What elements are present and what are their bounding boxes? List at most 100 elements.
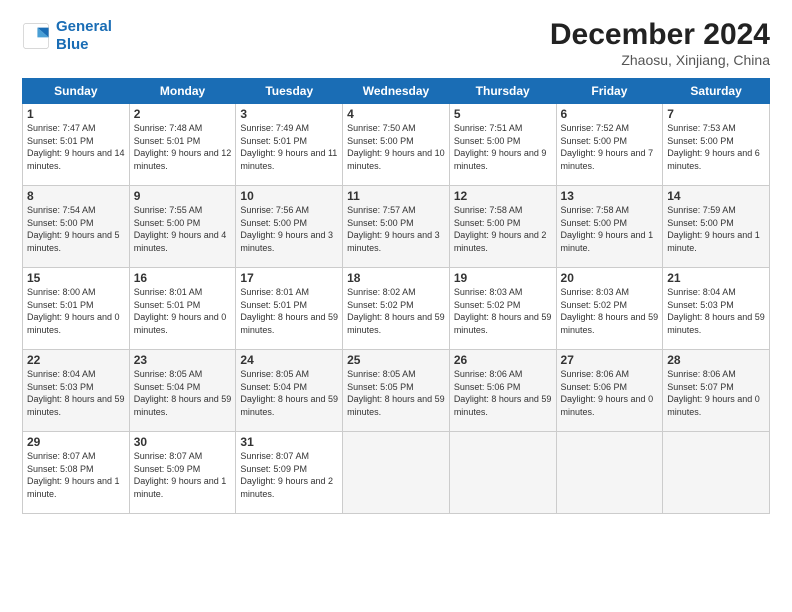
logo: General Blue (22, 18, 112, 54)
calendar-cell: 7 Sunrise: 7:53 AM Sunset: 5:00 PM Dayli… (663, 104, 770, 186)
calendar-cell: 15 Sunrise: 8:00 AM Sunset: 5:01 PM Dayl… (23, 268, 130, 350)
day-number: 10 (240, 189, 338, 203)
calendar-cell: 16 Sunrise: 8:01 AM Sunset: 5:01 PM Dayl… (129, 268, 236, 350)
calendar-cell: 8 Sunrise: 7:54 AM Sunset: 5:00 PM Dayli… (23, 186, 130, 268)
day-info: Sunrise: 8:06 AM Sunset: 5:07 PM Dayligh… (667, 368, 765, 418)
weekday-header-row: Sunday Monday Tuesday Wednesday Thursday… (23, 79, 770, 104)
header-monday: Monday (129, 79, 236, 104)
calendar-cell: 14 Sunrise: 7:59 AM Sunset: 5:00 PM Dayl… (663, 186, 770, 268)
calendar-cell: 20 Sunrise: 8:03 AM Sunset: 5:02 PM Dayl… (556, 268, 663, 350)
day-info: Sunrise: 8:01 AM Sunset: 5:01 PM Dayligh… (134, 286, 232, 336)
day-info: Sunrise: 8:04 AM Sunset: 5:03 PM Dayligh… (667, 286, 765, 336)
day-number: 4 (347, 107, 445, 121)
day-info: Sunrise: 7:47 AM Sunset: 5:01 PM Dayligh… (27, 122, 125, 172)
day-number: 14 (667, 189, 765, 203)
day-info: Sunrise: 8:02 AM Sunset: 5:02 PM Dayligh… (347, 286, 445, 336)
calendar-cell: 1 Sunrise: 7:47 AM Sunset: 5:01 PM Dayli… (23, 104, 130, 186)
day-number: 7 (667, 107, 765, 121)
main-title: December 2024 (550, 18, 770, 52)
calendar-cell: 12 Sunrise: 7:58 AM Sunset: 5:00 PM Dayl… (449, 186, 556, 268)
day-info: Sunrise: 8:03 AM Sunset: 5:02 PM Dayligh… (454, 286, 552, 336)
day-info: Sunrise: 7:48 AM Sunset: 5:01 PM Dayligh… (134, 122, 232, 172)
day-number: 2 (134, 107, 232, 121)
day-info: Sunrise: 8:05 AM Sunset: 5:04 PM Dayligh… (134, 368, 232, 418)
day-info: Sunrise: 8:07 AM Sunset: 5:09 PM Dayligh… (240, 450, 338, 500)
calendar-cell: 30 Sunrise: 8:07 AM Sunset: 5:09 PM Dayl… (129, 432, 236, 514)
page: General Blue December 2024 Zhaosu, Xinji… (0, 0, 792, 612)
day-info: Sunrise: 7:54 AM Sunset: 5:00 PM Dayligh… (27, 204, 125, 254)
day-number: 16 (134, 271, 232, 285)
calendar-cell: 13 Sunrise: 7:58 AM Sunset: 5:00 PM Dayl… (556, 186, 663, 268)
header-tuesday: Tuesday (236, 79, 343, 104)
calendar-cell: 10 Sunrise: 7:56 AM Sunset: 5:00 PM Dayl… (236, 186, 343, 268)
calendar-cell: 29 Sunrise: 8:07 AM Sunset: 5:08 PM Dayl… (23, 432, 130, 514)
header-sunday: Sunday (23, 79, 130, 104)
day-number: 25 (347, 353, 445, 367)
logo-line1: General (56, 18, 112, 35)
day-number: 8 (27, 189, 125, 203)
day-number: 22 (27, 353, 125, 367)
day-number: 11 (347, 189, 445, 203)
day-info: Sunrise: 7:52 AM Sunset: 5:00 PM Dayligh… (561, 122, 659, 172)
day-number: 9 (134, 189, 232, 203)
calendar-cell (343, 432, 450, 514)
calendar-cell (663, 432, 770, 514)
calendar-week-row: 29 Sunrise: 8:07 AM Sunset: 5:08 PM Dayl… (23, 432, 770, 514)
day-number: 27 (561, 353, 659, 367)
subtitle: Zhaosu, Xinjiang, China (550, 52, 770, 68)
day-info: Sunrise: 8:07 AM Sunset: 5:09 PM Dayligh… (134, 450, 232, 500)
day-info: Sunrise: 7:57 AM Sunset: 5:00 PM Dayligh… (347, 204, 445, 254)
day-info: Sunrise: 7:51 AM Sunset: 5:00 PM Dayligh… (454, 122, 552, 172)
day-number: 28 (667, 353, 765, 367)
calendar-cell: 21 Sunrise: 8:04 AM Sunset: 5:03 PM Dayl… (663, 268, 770, 350)
day-number: 1 (27, 107, 125, 121)
calendar-cell: 27 Sunrise: 8:06 AM Sunset: 5:06 PM Dayl… (556, 350, 663, 432)
calendar-cell: 9 Sunrise: 7:55 AM Sunset: 5:00 PM Dayli… (129, 186, 236, 268)
calendar-cell: 3 Sunrise: 7:49 AM Sunset: 5:01 PM Dayli… (236, 104, 343, 186)
day-info: Sunrise: 7:49 AM Sunset: 5:01 PM Dayligh… (240, 122, 338, 172)
day-number: 31 (240, 435, 338, 449)
calendar-cell: 17 Sunrise: 8:01 AM Sunset: 5:01 PM Dayl… (236, 268, 343, 350)
calendar-table: Sunday Monday Tuesday Wednesday Thursday… (22, 78, 770, 514)
calendar-cell (449, 432, 556, 514)
calendar-cell: 18 Sunrise: 8:02 AM Sunset: 5:02 PM Dayl… (343, 268, 450, 350)
day-info: Sunrise: 8:05 AM Sunset: 5:04 PM Dayligh… (240, 368, 338, 418)
calendar-week-row: 1 Sunrise: 7:47 AM Sunset: 5:01 PM Dayli… (23, 104, 770, 186)
day-info: Sunrise: 7:53 AM Sunset: 5:00 PM Dayligh… (667, 122, 765, 172)
day-number: 6 (561, 107, 659, 121)
day-number: 24 (240, 353, 338, 367)
day-number: 13 (561, 189, 659, 203)
calendar-cell: 23 Sunrise: 8:05 AM Sunset: 5:04 PM Dayl… (129, 350, 236, 432)
day-number: 18 (347, 271, 445, 285)
header-thursday: Thursday (449, 79, 556, 104)
logo-icon (22, 22, 50, 50)
calendar-cell: 25 Sunrise: 8:05 AM Sunset: 5:05 PM Dayl… (343, 350, 450, 432)
header-friday: Friday (556, 79, 663, 104)
calendar-cell: 31 Sunrise: 8:07 AM Sunset: 5:09 PM Dayl… (236, 432, 343, 514)
calendar-cell: 4 Sunrise: 7:50 AM Sunset: 5:00 PM Dayli… (343, 104, 450, 186)
calendar-cell: 22 Sunrise: 8:04 AM Sunset: 5:03 PM Dayl… (23, 350, 130, 432)
day-number: 19 (454, 271, 552, 285)
day-info: Sunrise: 7:55 AM Sunset: 5:00 PM Dayligh… (134, 204, 232, 254)
day-number: 15 (27, 271, 125, 285)
calendar-week-row: 22 Sunrise: 8:04 AM Sunset: 5:03 PM Dayl… (23, 350, 770, 432)
day-number: 21 (667, 271, 765, 285)
day-number: 29 (27, 435, 125, 449)
day-info: Sunrise: 7:56 AM Sunset: 5:00 PM Dayligh… (240, 204, 338, 254)
day-number: 20 (561, 271, 659, 285)
logo-line2: Blue (56, 36, 89, 53)
day-number: 5 (454, 107, 552, 121)
day-info: Sunrise: 8:07 AM Sunset: 5:08 PM Dayligh… (27, 450, 125, 500)
day-info: Sunrise: 8:06 AM Sunset: 5:06 PM Dayligh… (561, 368, 659, 418)
header: General Blue December 2024 Zhaosu, Xinji… (22, 18, 770, 68)
day-info: Sunrise: 7:58 AM Sunset: 5:00 PM Dayligh… (454, 204, 552, 254)
day-number: 12 (454, 189, 552, 203)
calendar-week-row: 15 Sunrise: 8:00 AM Sunset: 5:01 PM Dayl… (23, 268, 770, 350)
header-wednesday: Wednesday (343, 79, 450, 104)
day-info: Sunrise: 7:59 AM Sunset: 5:00 PM Dayligh… (667, 204, 765, 254)
title-block: December 2024 Zhaosu, Xinjiang, China (550, 18, 770, 68)
day-info: Sunrise: 8:01 AM Sunset: 5:01 PM Dayligh… (240, 286, 338, 336)
calendar-week-row: 8 Sunrise: 7:54 AM Sunset: 5:00 PM Dayli… (23, 186, 770, 268)
day-info: Sunrise: 7:58 AM Sunset: 5:00 PM Dayligh… (561, 204, 659, 254)
calendar-cell: 2 Sunrise: 7:48 AM Sunset: 5:01 PM Dayli… (129, 104, 236, 186)
